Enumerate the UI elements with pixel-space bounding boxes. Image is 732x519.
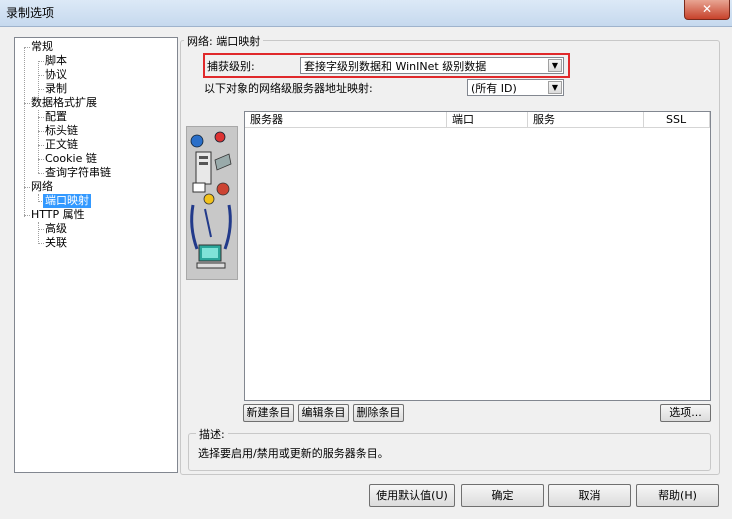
tree-line [38, 173, 44, 174]
tree-line [38, 145, 44, 146]
tree-item-general[interactable]: 常规 [31, 40, 53, 54]
capture-level-label: 捕获级别: [207, 60, 255, 73]
tree-item-query-chain[interactable]: 查询字符串链 [45, 166, 111, 180]
edit-entry-button[interactable]: 编辑条目 [298, 404, 349, 422]
description-text: 选择要启用/禁用或更新的服务器条目。 [198, 447, 389, 460]
tree-item-cookie-chain[interactable]: Cookie 链 [45, 152, 97, 166]
column-header-server[interactable]: 服务器 [245, 112, 447, 128]
tree-item-http-properties[interactable]: HTTP 属性 [31, 208, 85, 222]
server-mapping-list[interactable]: 服务器 端口 服务 SSL [244, 111, 711, 401]
ok-button[interactable]: 确定 [461, 484, 544, 507]
capture-level-select[interactable]: 套接字级别数据和 WinINet 级别数据 ▼ [300, 57, 564, 74]
tree-item-body-chain[interactable]: 正文链 [45, 138, 78, 152]
tree-line [24, 187, 30, 188]
options-button[interactable]: 选项... [660, 404, 711, 422]
tree-item-recording[interactable]: 录制 [45, 82, 67, 96]
use-default-button[interactable]: 使用默认值(U) [369, 484, 455, 507]
tree-line [38, 131, 44, 132]
tree-item-protocol[interactable]: 协议 [45, 68, 67, 82]
column-header-service[interactable]: 服务 [528, 112, 644, 128]
title-bar [0, 0, 732, 27]
delete-entry-button[interactable]: 删除条目 [353, 404, 404, 422]
tree-line [38, 61, 44, 62]
tree-line [38, 222, 39, 244]
tree-item-header-chain[interactable]: 标头链 [45, 124, 78, 138]
help-button[interactable]: 帮助(H) [636, 484, 719, 507]
column-header-ssl[interactable]: SSL [644, 112, 710, 128]
tree-line [38, 89, 44, 90]
tree-item-config[interactable]: 配置 [45, 110, 67, 124]
tree-item-network[interactable]: 网络 [31, 180, 53, 194]
window-title: 录制选项 [6, 6, 55, 20]
new-entry-button[interactable]: 新建条目 [243, 404, 294, 422]
close-button[interactable]: ✕ [684, 0, 730, 20]
tree-line [38, 110, 39, 173]
network-illustration [186, 126, 238, 280]
tree-item-data-format[interactable]: 数据格式扩展 [31, 96, 97, 110]
tree-line [24, 103, 30, 104]
column-header-port[interactable]: 端口 [447, 112, 528, 128]
chevron-down-icon[interactable]: ▼ [548, 81, 562, 94]
tree-item-script[interactable]: 脚本 [45, 54, 67, 68]
tree-line [38, 117, 44, 118]
tree-line [24, 215, 30, 216]
options-tree[interactable]: 常规 脚本 协议 录制 数据格式扩展 配置 标头链 正文链 Cookie 链 查… [14, 37, 178, 473]
tree-item-correlation[interactable]: 关联 [45, 236, 67, 250]
tree-line [38, 75, 44, 76]
capture-level-value: 套接字级别数据和 WinINet 级别数据 [304, 60, 487, 73]
map-id-value: (所有 ID) [471, 82, 517, 95]
tree-line [38, 159, 44, 160]
description-title: 描述: [196, 426, 228, 442]
tree-line [24, 47, 25, 217]
tree-line [24, 47, 30, 48]
cancel-button[interactable]: 取消 [548, 484, 631, 507]
group-title: 网络: 端口映射 [184, 33, 264, 49]
tree-line [38, 229, 44, 230]
tree-line [38, 243, 44, 244]
address-map-label: 以下对象的网络级服务器地址映射: [204, 82, 373, 95]
tree-line [38, 61, 39, 96]
map-id-select[interactable]: (所有 ID) ▼ [467, 79, 564, 96]
tree-item-advanced[interactable]: 高级 [45, 222, 67, 236]
network-devices-icon [190, 131, 232, 269]
chevron-down-icon[interactable]: ▼ [548, 59, 562, 72]
tree-item-port-mapping[interactable]: 端口映射 [43, 194, 91, 208]
